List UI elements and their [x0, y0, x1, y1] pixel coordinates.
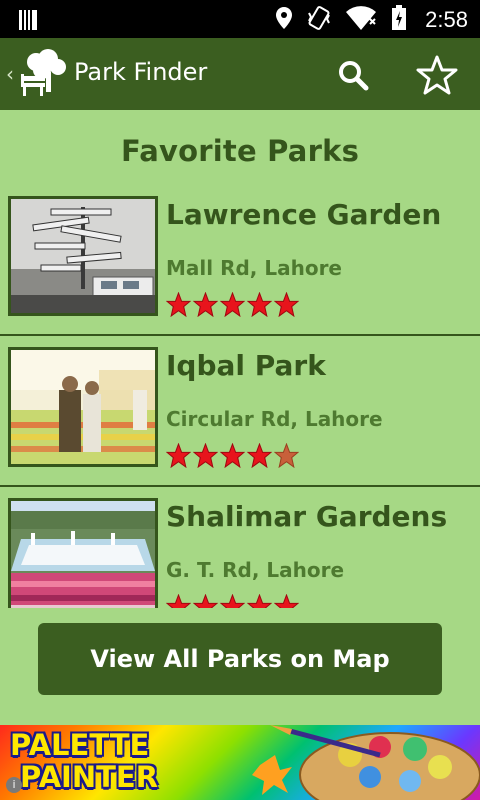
park-name: Shalimar Gardens [166, 500, 448, 533]
ad-line-2: PAINTER [20, 760, 159, 794]
park-name: Iqbal Park [166, 349, 326, 382]
star-outline-icon [416, 55, 458, 95]
list-divider [0, 485, 480, 487]
star-filled-icon [166, 292, 191, 317]
view-all-parks-button[interactable]: View All Parks on Map [38, 623, 442, 695]
star-filled-icon [166, 594, 191, 608]
park-address: Circular Rd, Lahore [166, 407, 383, 431]
rating-stars [166, 594, 299, 608]
star-filled-icon [220, 443, 245, 468]
search-button[interactable] [330, 52, 376, 98]
list-divider [0, 334, 480, 336]
park-name: Lawrence Garden [166, 198, 442, 231]
star-filled-icon [193, 594, 218, 608]
star-filled-icon [274, 292, 299, 317]
star-filled-icon [247, 594, 272, 608]
ad-logo-text: PALETTE PAINTER [10, 729, 158, 793]
park-bench-icon[interactable] [18, 48, 70, 100]
app-title: Park Finder [74, 58, 208, 86]
up-arrow-icon[interactable]: ‹ [6, 62, 14, 86]
clock: 2:58 [425, 7, 468, 32]
park-item-shalimar-gardens[interactable]: Shalimar Gardens G. T. Rd, Lahore [0, 496, 480, 608]
rating-stars [166, 443, 299, 468]
page-title: Favorite Parks [120, 134, 360, 168]
status-bar: 2:58 [0, 0, 480, 38]
park-item-iqbal-park[interactable]: Iqbal Park Circular Rd, Lahore [0, 345, 480, 496]
favorites-button[interactable] [412, 50, 462, 100]
ad-line-1: PALETTE [10, 728, 150, 762]
vibrate-icon [307, 5, 331, 35]
ad-info-icon[interactable]: i [6, 777, 22, 793]
rating-stars [166, 292, 299, 317]
location-icon [275, 6, 293, 34]
star-filled-icon [247, 443, 272, 468]
star-empty-icon [274, 443, 299, 468]
action-bar: ‹ Park Finder [0, 38, 480, 110]
battery-icon [391, 5, 407, 35]
park-list[interactable]: Lawrence Garden Mall Rd, Lahore Iqbal Pa… [0, 194, 480, 608]
wifi-icon [345, 5, 377, 35]
content-area: Favorite Parks Lawrence Garden Mall Rd, … [0, 110, 480, 725]
park-address: Mall Rd, Lahore [166, 256, 342, 280]
park-address: G. T. Rd, Lahore [166, 558, 345, 582]
star-filled-icon [220, 292, 245, 317]
star-filled-icon [247, 292, 272, 317]
palette-art-icon [252, 725, 480, 800]
ad-banner[interactable]: PALETTE PAINTER i [0, 725, 480, 800]
star-filled-icon [274, 594, 299, 608]
park-thumbnail [8, 196, 158, 316]
star-filled-icon [166, 443, 191, 468]
search-icon [339, 61, 369, 91]
sd-card-icon [18, 9, 38, 35]
star-filled-icon [193, 292, 218, 317]
star-filled-icon [193, 443, 218, 468]
park-thumbnail [8, 347, 158, 467]
park-item-lawrence-garden[interactable]: Lawrence Garden Mall Rd, Lahore [0, 194, 480, 345]
star-filled-icon [220, 594, 245, 608]
park-thumbnail [8, 498, 158, 608]
